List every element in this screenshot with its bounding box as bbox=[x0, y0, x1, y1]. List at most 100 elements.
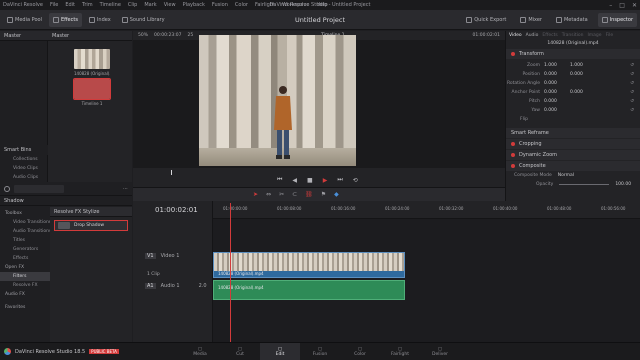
transform-value-x[interactable]: 1.000 bbox=[544, 63, 570, 68]
link-icon[interactable]: ⛓ bbox=[305, 191, 313, 198]
timeline-ruler[interactable]: 01:00:00:00 01:00:08:00 01:00:16:00 01:00:2… bbox=[213, 201, 640, 219]
tab-image[interactable]: Image bbox=[587, 33, 601, 38]
options-icon[interactable]: ⋯ bbox=[123, 186, 128, 192]
jump-to-end-icon[interactable]: ⏭ bbox=[337, 176, 342, 184]
menu-file[interactable]: File bbox=[50, 2, 58, 8]
menu-davinci-resolve[interactable]: DaVinci Resolve bbox=[3, 2, 43, 8]
maximize-icon[interactable]: □ bbox=[619, 2, 625, 9]
effects-tree-open-fx[interactable]: Open FX bbox=[0, 263, 50, 272]
cropping-section[interactable]: Cropping bbox=[506, 139, 640, 149]
minimize-icon[interactable]: – bbox=[609, 2, 612, 9]
metadata-button[interactable]: Metadata bbox=[552, 13, 592, 27]
page-edit[interactable]: ▢ Edit bbox=[260, 342, 300, 360]
smart-reframe-section[interactable]: Smart Reframe bbox=[506, 128, 640, 138]
composite-mode-select[interactable]: Normal bbox=[558, 173, 574, 178]
quick-export-button[interactable]: Quick Export bbox=[462, 13, 510, 27]
inspector-button[interactable]: Inspector bbox=[597, 12, 637, 27]
dynamic-zoom-section[interactable]: Dynamic Zoom bbox=[506, 150, 640, 160]
tab-effects[interactable]: Effects bbox=[542, 33, 557, 38]
effects-tree-audio-fx[interactable]: Audio FX bbox=[0, 290, 50, 299]
effects-tree-resolve-fx[interactable]: Resolve FX bbox=[0, 281, 50, 290]
menu-trim[interactable]: Trim bbox=[82, 2, 93, 8]
reset-icon[interactable]: ↺ bbox=[630, 72, 634, 77]
mixer-button[interactable]: Mixer bbox=[516, 13, 546, 27]
effects-tree-toolbox[interactable]: Toolbox bbox=[0, 209, 50, 218]
play-icon[interactable]: ▶ bbox=[323, 177, 328, 184]
menu-playback[interactable]: Playback bbox=[183, 2, 205, 8]
search-icon[interactable] bbox=[4, 185, 10, 192]
tab-transition[interactable]: Transition bbox=[562, 33, 584, 38]
composite-section[interactable]: Composite bbox=[506, 161, 640, 171]
opacity-slider[interactable] bbox=[559, 184, 610, 185]
clip-item[interactable]: 140828 (Original)... bbox=[74, 49, 110, 76]
reverse-icon[interactable]: ◀ bbox=[292, 177, 297, 184]
page-fusion[interactable]: ▢ Fusion bbox=[300, 343, 340, 360]
timeline-timecode[interactable]: 01:00:02:01 bbox=[155, 206, 198, 214]
jump-to-start-icon[interactable]: ⏮ bbox=[277, 176, 282, 184]
menu-fusion[interactable]: Fusion bbox=[212, 2, 228, 8]
audio-clip[interactable]: 140828 (Original).mp4 bbox=[213, 280, 405, 300]
effects-tree-effects[interactable]: Effects bbox=[0, 254, 50, 263]
menu-help[interactable]: Help bbox=[316, 2, 327, 8]
transform-value-y[interactable]: 0.000 bbox=[570, 90, 596, 95]
effects-tree-video-transitions[interactable]: Video Transitions bbox=[0, 218, 51, 227]
menu-view[interactable]: View bbox=[164, 2, 176, 8]
transform-value-x[interactable]: 0.000 bbox=[544, 99, 570, 104]
marker-icon[interactable]: ◆ bbox=[334, 191, 339, 198]
favorites-header[interactable]: Favorites bbox=[0, 303, 25, 312]
transform-value-y[interactable]: 0.000 bbox=[570, 72, 596, 77]
close-icon[interactable]: ✕ bbox=[632, 2, 637, 9]
transform-value-x[interactable]: 0.000 bbox=[544, 108, 570, 113]
page-fairlight[interactable]: ▢ Fairlight bbox=[380, 343, 420, 360]
effects-tree-filters[interactable]: Filters bbox=[0, 272, 50, 281]
effects-button[interactable]: Effects bbox=[48, 12, 82, 27]
menu-edit[interactable]: Edit bbox=[65, 2, 75, 8]
blade-tool-icon[interactable]: ✂ bbox=[279, 191, 284, 198]
menu-timeline[interactable]: Timeline bbox=[100, 2, 121, 8]
flag-icon[interactable]: ⚑ bbox=[321, 191, 326, 198]
opacity-value[interactable]: 100.00 bbox=[615, 182, 631, 187]
menu-color[interactable]: Color bbox=[235, 2, 248, 8]
reset-icon[interactable]: ↺ bbox=[630, 81, 634, 86]
drop-shadow-effect[interactable]: Drop Shadow bbox=[54, 220, 128, 231]
media-pool-button[interactable]: Media Pool bbox=[3, 13, 46, 27]
smart-bin-video-clips[interactable]: Video Clips bbox=[0, 164, 48, 173]
scrubber-head[interactable] bbox=[171, 170, 172, 175]
zoom-level[interactable]: 50% bbox=[138, 33, 148, 38]
effects-tree-generators[interactable]: Generators bbox=[0, 245, 50, 254]
page-media[interactable]: ▢ Media bbox=[180, 343, 220, 360]
selection-tool-icon[interactable]: ➤ bbox=[253, 191, 258, 198]
reset-icon[interactable]: ↺ bbox=[630, 90, 634, 95]
stop-icon[interactable]: ■ bbox=[307, 177, 313, 184]
transform-value-x[interactable]: 0.000 bbox=[544, 72, 570, 77]
transform-section[interactable]: Transform bbox=[506, 49, 640, 59]
tab-video[interactable]: Video bbox=[509, 33, 522, 38]
snapping-icon[interactable]: ⊂ bbox=[292, 191, 297, 198]
menu-mark[interactable]: Mark bbox=[144, 2, 156, 8]
playhead[interactable] bbox=[230, 203, 231, 342]
transform-value-x[interactable]: 0.000 bbox=[544, 81, 570, 86]
menu-workspace[interactable]: Workspace bbox=[282, 2, 309, 8]
page-cut[interactable]: ▢ Cut bbox=[220, 343, 260, 360]
menu-fairlight[interactable]: Fairlight bbox=[255, 2, 275, 8]
smart-bin-audio-clips[interactable]: Audio Clips bbox=[0, 173, 48, 182]
tab-audio[interactable]: Audio bbox=[526, 33, 539, 38]
loop-icon[interactable]: ⟲ bbox=[353, 177, 358, 184]
trim-tool-icon[interactable]: ⇔ bbox=[266, 191, 271, 198]
timeline-item[interactable]: Timeline 1 bbox=[73, 78, 111, 106]
reset-icon[interactable]: ↺ bbox=[630, 108, 634, 113]
smart-bin-collections[interactable]: Collections bbox=[0, 155, 48, 164]
reset-icon[interactable]: ↺ bbox=[630, 63, 634, 68]
tab-file[interactable]: File bbox=[606, 33, 614, 38]
transform-value-x[interactable]: 0.000 bbox=[544, 90, 570, 95]
index-button[interactable]: Index bbox=[85, 13, 115, 27]
effects-tree-audio-transitions[interactable]: Audio Transitions bbox=[0, 227, 51, 236]
effects-tree-titles[interactable]: Titles bbox=[0, 236, 50, 245]
transform-value-y[interactable]: 1.000 bbox=[570, 63, 596, 68]
effects-search-input[interactable] bbox=[14, 184, 64, 193]
page-deliver[interactable]: ▢ Deliver bbox=[420, 343, 460, 360]
page-color[interactable]: ▢ Color bbox=[340, 343, 380, 360]
sound-library-button[interactable]: Sound Library bbox=[118, 13, 169, 27]
menu-clip[interactable]: Clip bbox=[128, 2, 137, 8]
reset-icon[interactable]: ↺ bbox=[630, 99, 634, 104]
